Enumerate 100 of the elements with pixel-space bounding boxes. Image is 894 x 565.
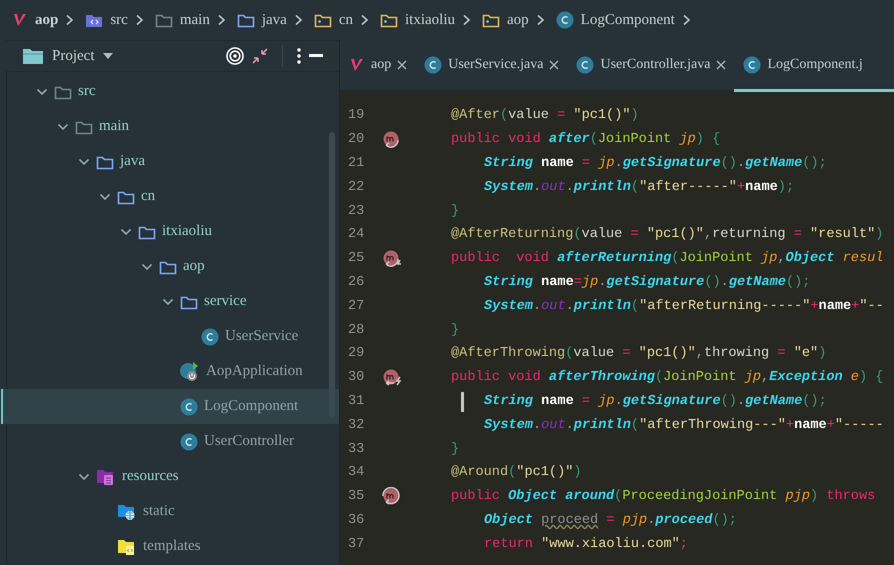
class-icon bbox=[743, 56, 762, 74]
scrollbar[interactable] bbox=[329, 132, 335, 417]
chevron-right-icon bbox=[65, 14, 76, 26]
code-line: @After(value = "pc1()") bbox=[451, 108, 639, 124]
editor-tab[interactable]: UserService.java bbox=[415, 40, 568, 92]
editor-tab[interactable]: UserController.java bbox=[567, 40, 734, 92]
close-icon[interactable] bbox=[397, 60, 408, 70]
breadcrumb-item[interactable]: aop bbox=[507, 12, 529, 28]
minimize-icon[interactable] bbox=[309, 54, 323, 58]
code-line: String name = jp.getSignature().getName(); bbox=[484, 394, 827, 409]
breadcrumb-item[interactable]: src bbox=[110, 12, 128, 28]
line-number: 36 bbox=[347, 512, 366, 528]
more-options-icon[interactable] bbox=[297, 48, 301, 64]
folder-icon bbox=[180, 294, 198, 310]
class-icon bbox=[180, 432, 198, 450]
tree-item-label: java bbox=[120, 153, 145, 170]
tree-row[interactable]: resources bbox=[1, 459, 339, 494]
tree-row[interactable]: AopApplication bbox=[1, 354, 339, 389]
close-icon[interactable] bbox=[549, 60, 560, 70]
code-line: public Object around(ProceedingJoinPoint pjp) throws bbox=[451, 489, 876, 504]
folder-icon bbox=[96, 154, 114, 170]
line-number: 25 bbox=[347, 251, 366, 266]
line-number: 27 bbox=[347, 298, 366, 314]
package-folder-icon bbox=[380, 12, 398, 28]
line-number: 32 bbox=[347, 418, 366, 433]
package-folder-icon bbox=[482, 12, 500, 28]
dropdown-caret-icon[interactable] bbox=[102, 53, 112, 59]
tree-item-label: cn bbox=[141, 188, 156, 205]
tree-item-label: src bbox=[78, 83, 96, 100]
tree-row[interactable]: itxiaoliu bbox=[1, 214, 339, 249]
code-line: return "www.xiaoliu.com"; bbox=[484, 536, 688, 552]
line-number: 31 bbox=[347, 394, 366, 409]
tree-item-label: LogComponent bbox=[204, 398, 298, 415]
line-number: 33 bbox=[347, 442, 366, 457]
breadcrumb-item[interactable]: aop bbox=[35, 12, 58, 28]
tree-item-label: aop bbox=[183, 258, 205, 275]
tree-item-label: itxiaoliu bbox=[162, 223, 212, 240]
tree-row[interactable]: UserService bbox=[1, 319, 339, 354]
breadcrumb-item[interactable]: itxiaoliu bbox=[405, 12, 455, 28]
module-icon bbox=[12, 12, 28, 28]
tree-item-label: service bbox=[204, 293, 246, 310]
folder-icon bbox=[117, 188, 135, 204]
breadcrumb-item[interactable]: java bbox=[262, 12, 287, 28]
breadcrumb-item[interactable]: main bbox=[180, 12, 210, 28]
line-number: 29 bbox=[347, 346, 366, 362]
line-number: 23 bbox=[347, 204, 366, 219]
folder-icon bbox=[75, 118, 93, 134]
line-number: 26 bbox=[347, 274, 366, 290]
code-line: System.out.println("after-----"+name); bbox=[484, 180, 794, 195]
line-number: 24 bbox=[347, 227, 366, 242]
tree-item-label: UserService bbox=[225, 328, 298, 345]
chevron-right-icon bbox=[536, 14, 546, 26]
line-number: 34 bbox=[347, 465, 366, 480]
folder-icon bbox=[236, 12, 255, 28]
folder-icon bbox=[54, 84, 72, 100]
editor-tab[interactable]: LogComponent.j bbox=[734, 40, 894, 92]
class-icon bbox=[424, 56, 442, 74]
line-number: 35 bbox=[347, 489, 366, 504]
tree-row[interactable]: aop bbox=[1, 249, 339, 284]
code-line: } bbox=[451, 204, 460, 219]
code-line: public void afterReturning(JoinPoint jp,Object resul bbox=[451, 251, 884, 266]
line-number: 37 bbox=[347, 536, 366, 552]
line-number: 21 bbox=[347, 156, 366, 171]
target-icon[interactable] bbox=[226, 47, 244, 65]
tree-item-label: static bbox=[143, 503, 175, 520]
web-folder-icon bbox=[117, 502, 137, 520]
folder-icon bbox=[154, 12, 173, 28]
tree-row[interactable]: main bbox=[1, 109, 339, 144]
collapse-icon[interactable] bbox=[252, 48, 268, 64]
line-number: 19 bbox=[347, 108, 366, 124]
code-line: String name = jp.getSignature().getName(); bbox=[484, 156, 827, 171]
panel-title[interactable]: Project bbox=[52, 48, 94, 64]
tree-row[interactable]: UserController bbox=[1, 424, 339, 459]
class-icon bbox=[180, 398, 198, 416]
tree-row[interactable]: java bbox=[1, 144, 339, 179]
code-line: @AfterReturning(value = "pc1()",returning = "result") bbox=[451, 227, 884, 242]
code-line: } bbox=[451, 322, 460, 338]
code-line: System.out.println("afterThrowing---"+name+"----- bbox=[484, 418, 884, 433]
editor-tab[interactable]: aop bbox=[340, 40, 416, 92]
breadcrumb-item[interactable]: cn bbox=[338, 12, 353, 28]
tree-row[interactable]: cn bbox=[1, 179, 339, 214]
tree-row[interactable]: src bbox=[1, 74, 339, 109]
chevron-right-icon bbox=[682, 14, 692, 26]
line-number: 28 bbox=[347, 322, 366, 338]
chevron-right-icon bbox=[134, 14, 145, 26]
tree-row[interactable]: LogComponent bbox=[1, 389, 339, 424]
tree-row[interactable]: static bbox=[1, 494, 339, 529]
tree-row[interactable]: templates bbox=[1, 529, 339, 564]
tree-item-label: templates bbox=[143, 538, 200, 555]
tree-item-label: resources bbox=[122, 468, 179, 485]
class-icon bbox=[201, 328, 219, 346]
breadcrumb-item[interactable]: LogComponent bbox=[580, 12, 675, 28]
close-icon[interactable] bbox=[716, 60, 726, 70]
templates-folder-icon bbox=[117, 538, 137, 556]
folder-icon bbox=[138, 224, 156, 240]
chevron-right-icon bbox=[462, 14, 472, 26]
chevron-right-icon bbox=[216, 14, 227, 26]
module-icon bbox=[349, 56, 365, 72]
tree-row[interactable]: service bbox=[1, 284, 339, 319]
line-number: 30 bbox=[347, 370, 366, 386]
